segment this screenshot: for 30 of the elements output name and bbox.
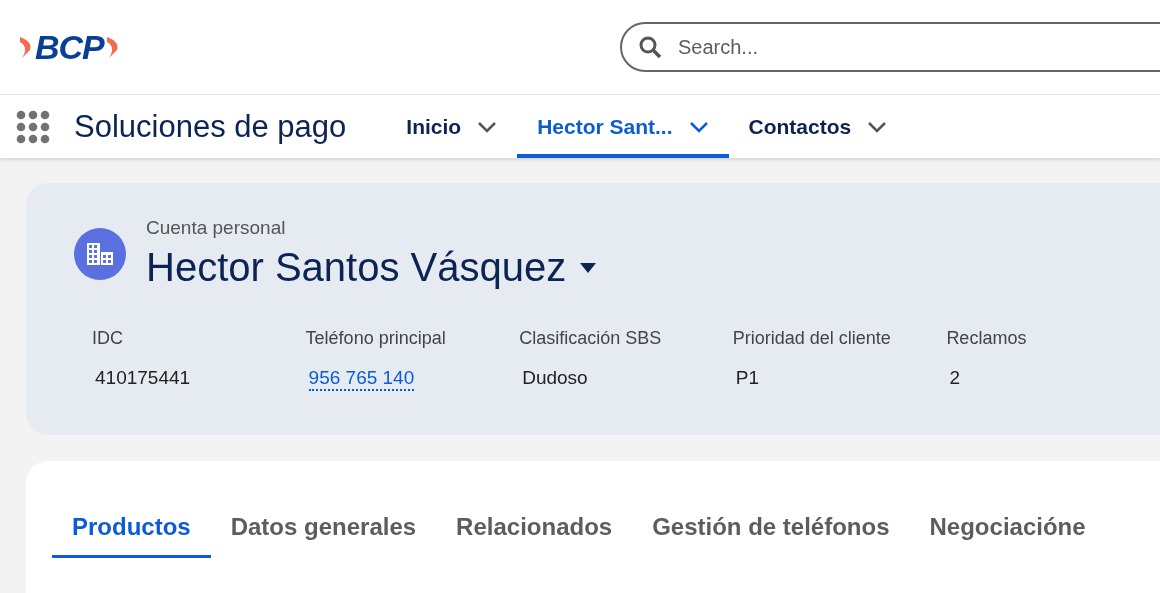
chevron-down-icon bbox=[477, 120, 498, 133]
chevron-down-icon bbox=[867, 120, 888, 133]
dropdown-triangle-icon[interactable] bbox=[580, 262, 597, 273]
field-value: 2 bbox=[949, 367, 960, 389]
field-value: Dudoso bbox=[522, 367, 588, 389]
detail-tab[interactable]: Gestión de teléfonos bbox=[632, 505, 910, 558]
detail-tab[interactable]: Productos bbox=[52, 505, 211, 558]
field-value: 410175441 bbox=[95, 367, 191, 389]
nav-tab[interactable]: Hector Sant... bbox=[517, 95, 729, 158]
app-name: Soluciones de pago bbox=[74, 108, 347, 145]
nav-tab[interactable]: Contactos bbox=[728, 95, 908, 158]
nav-tab[interactable]: Inicio bbox=[386, 95, 518, 158]
record-name: Hector Santos Vásquez bbox=[146, 245, 567, 290]
app-launcher-icon[interactable] bbox=[16, 109, 50, 144]
field-label: IDC bbox=[92, 328, 123, 349]
building-icon bbox=[74, 227, 126, 280]
search-icon bbox=[638, 35, 662, 59]
detail-tab[interactable]: Negociacióne bbox=[909, 505, 1106, 558]
detail-tab[interactable]: Relacionados bbox=[436, 505, 633, 558]
detail-tab[interactable]: Datos generales bbox=[210, 505, 437, 558]
field-label: Teléfono principal bbox=[305, 328, 446, 349]
phone-link[interactable]: 956 765 140 bbox=[308, 367, 415, 391]
field-label: Prioridad del cliente bbox=[732, 328, 891, 349]
record-type-label: Cuenta personal bbox=[146, 217, 287, 239]
search-field[interactable]: Search... bbox=[620, 22, 1160, 72]
logo[interactable]: BCP bbox=[18, 27, 121, 67]
field-label: Clasificación SBS bbox=[519, 328, 662, 349]
field-label: Reclamos bbox=[946, 328, 1027, 349]
chevron-down-icon bbox=[688, 120, 709, 133]
field-value: P1 bbox=[735, 367, 760, 389]
